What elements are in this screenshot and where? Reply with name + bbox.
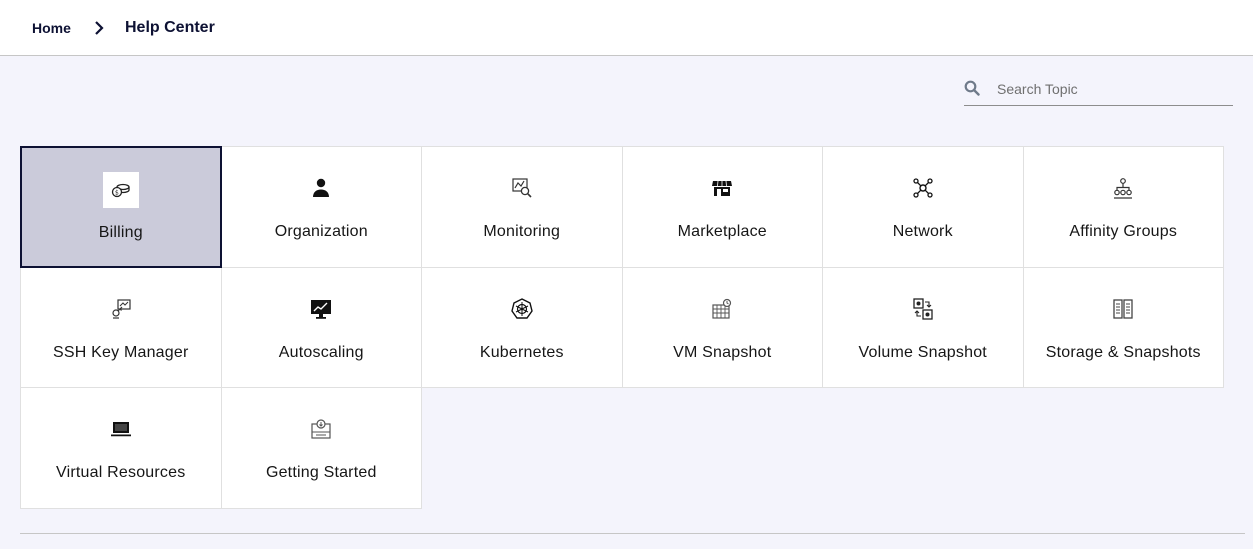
- topic-label: Getting Started: [265, 464, 377, 481]
- breadcrumb-current-page: Help Center: [125, 19, 215, 36]
- topic-tile-billing[interactable]: $ Billing: [20, 146, 222, 268]
- storefront-icon: [712, 180, 733, 196]
- chevron-right-icon: [95, 21, 104, 35]
- topic-tile-ssh-key-manager[interactable]: SSH Key Manager: [20, 266, 222, 388]
- monitoring-icon: [512, 178, 532, 198]
- topic-label: Billing: [98, 224, 143, 241]
- storage-icon: [1113, 298, 1133, 319]
- top-bar: Home Help Center: [0, 0, 1253, 56]
- topic-tile-storage-snapshots[interactable]: Storage & Snapshots: [1022, 266, 1224, 388]
- vm-snapshot-icon: [712, 298, 732, 319]
- topic-label: Network: [892, 223, 953, 240]
- topic-tile-vm-snapshot[interactable]: VM Snapshot: [621, 266, 823, 388]
- topic-label: VM Snapshot: [673, 343, 772, 361]
- topic-label: Affinity Groups: [1069, 223, 1178, 240]
- volume-snapshot-icon: [913, 297, 933, 320]
- breadcrumb-home-link[interactable]: Home: [32, 18, 71, 38]
- laptop-icon: [110, 422, 131, 437]
- topic-tile-autoscaling[interactable]: Autoscaling: [220, 266, 422, 388]
- search-input[interactable]: [997, 76, 1227, 102]
- search-topic-field[interactable]: [964, 76, 1233, 106]
- getting-started-icon: [311, 419, 331, 439]
- hierarchy-icon: [1114, 178, 1133, 199]
- topic-label: Storage & Snapshots: [1045, 343, 1201, 361]
- topic-tile-organization[interactable]: Organization: [220, 146, 422, 268]
- billing-coins-icon: $: [111, 183, 130, 198]
- search-icon: [964, 80, 980, 96]
- topic-tile-marketplace[interactable]: Marketplace: [621, 146, 823, 268]
- topic-tile-virtual-resources[interactable]: Virtual Resources: [20, 387, 222, 509]
- topic-label: Organization: [274, 223, 368, 240]
- topic-tile-affinity-groups[interactable]: Affinity Groups: [1022, 146, 1224, 268]
- topic-tile-network[interactable]: Network: [822, 146, 1024, 268]
- help-topics-grid: $ Billing Organization Monitoring Market…: [20, 146, 1224, 509]
- topic-label: Autoscaling: [278, 343, 364, 361]
- topic-label: Marketplace: [677, 223, 767, 240]
- user-icon: [313, 178, 330, 197]
- topic-label: SSH Key Manager: [52, 343, 189, 361]
- topic-label: Volume Snapshot: [858, 343, 987, 361]
- topic-label: Virtual Resources: [56, 464, 186, 481]
- ssh-key-icon: [112, 298, 131, 319]
- svg-text:$: $: [115, 190, 119, 197]
- topic-tile-kubernetes[interactable]: Kubernetes: [421, 266, 623, 388]
- section-divider: [20, 533, 1245, 534]
- topic-tile-monitoring[interactable]: Monitoring: [421, 146, 623, 268]
- topic-tile-getting-started[interactable]: Getting Started: [220, 387, 422, 509]
- topic-tile-volume-snapshot[interactable]: Volume Snapshot: [822, 266, 1024, 388]
- kubernetes-icon: [510, 297, 533, 319]
- topic-label: Kubernetes: [479, 343, 564, 361]
- network-icon: [913, 178, 933, 198]
- topic-label: Monitoring: [483, 223, 561, 240]
- monitor-chart-icon: [311, 299, 332, 319]
